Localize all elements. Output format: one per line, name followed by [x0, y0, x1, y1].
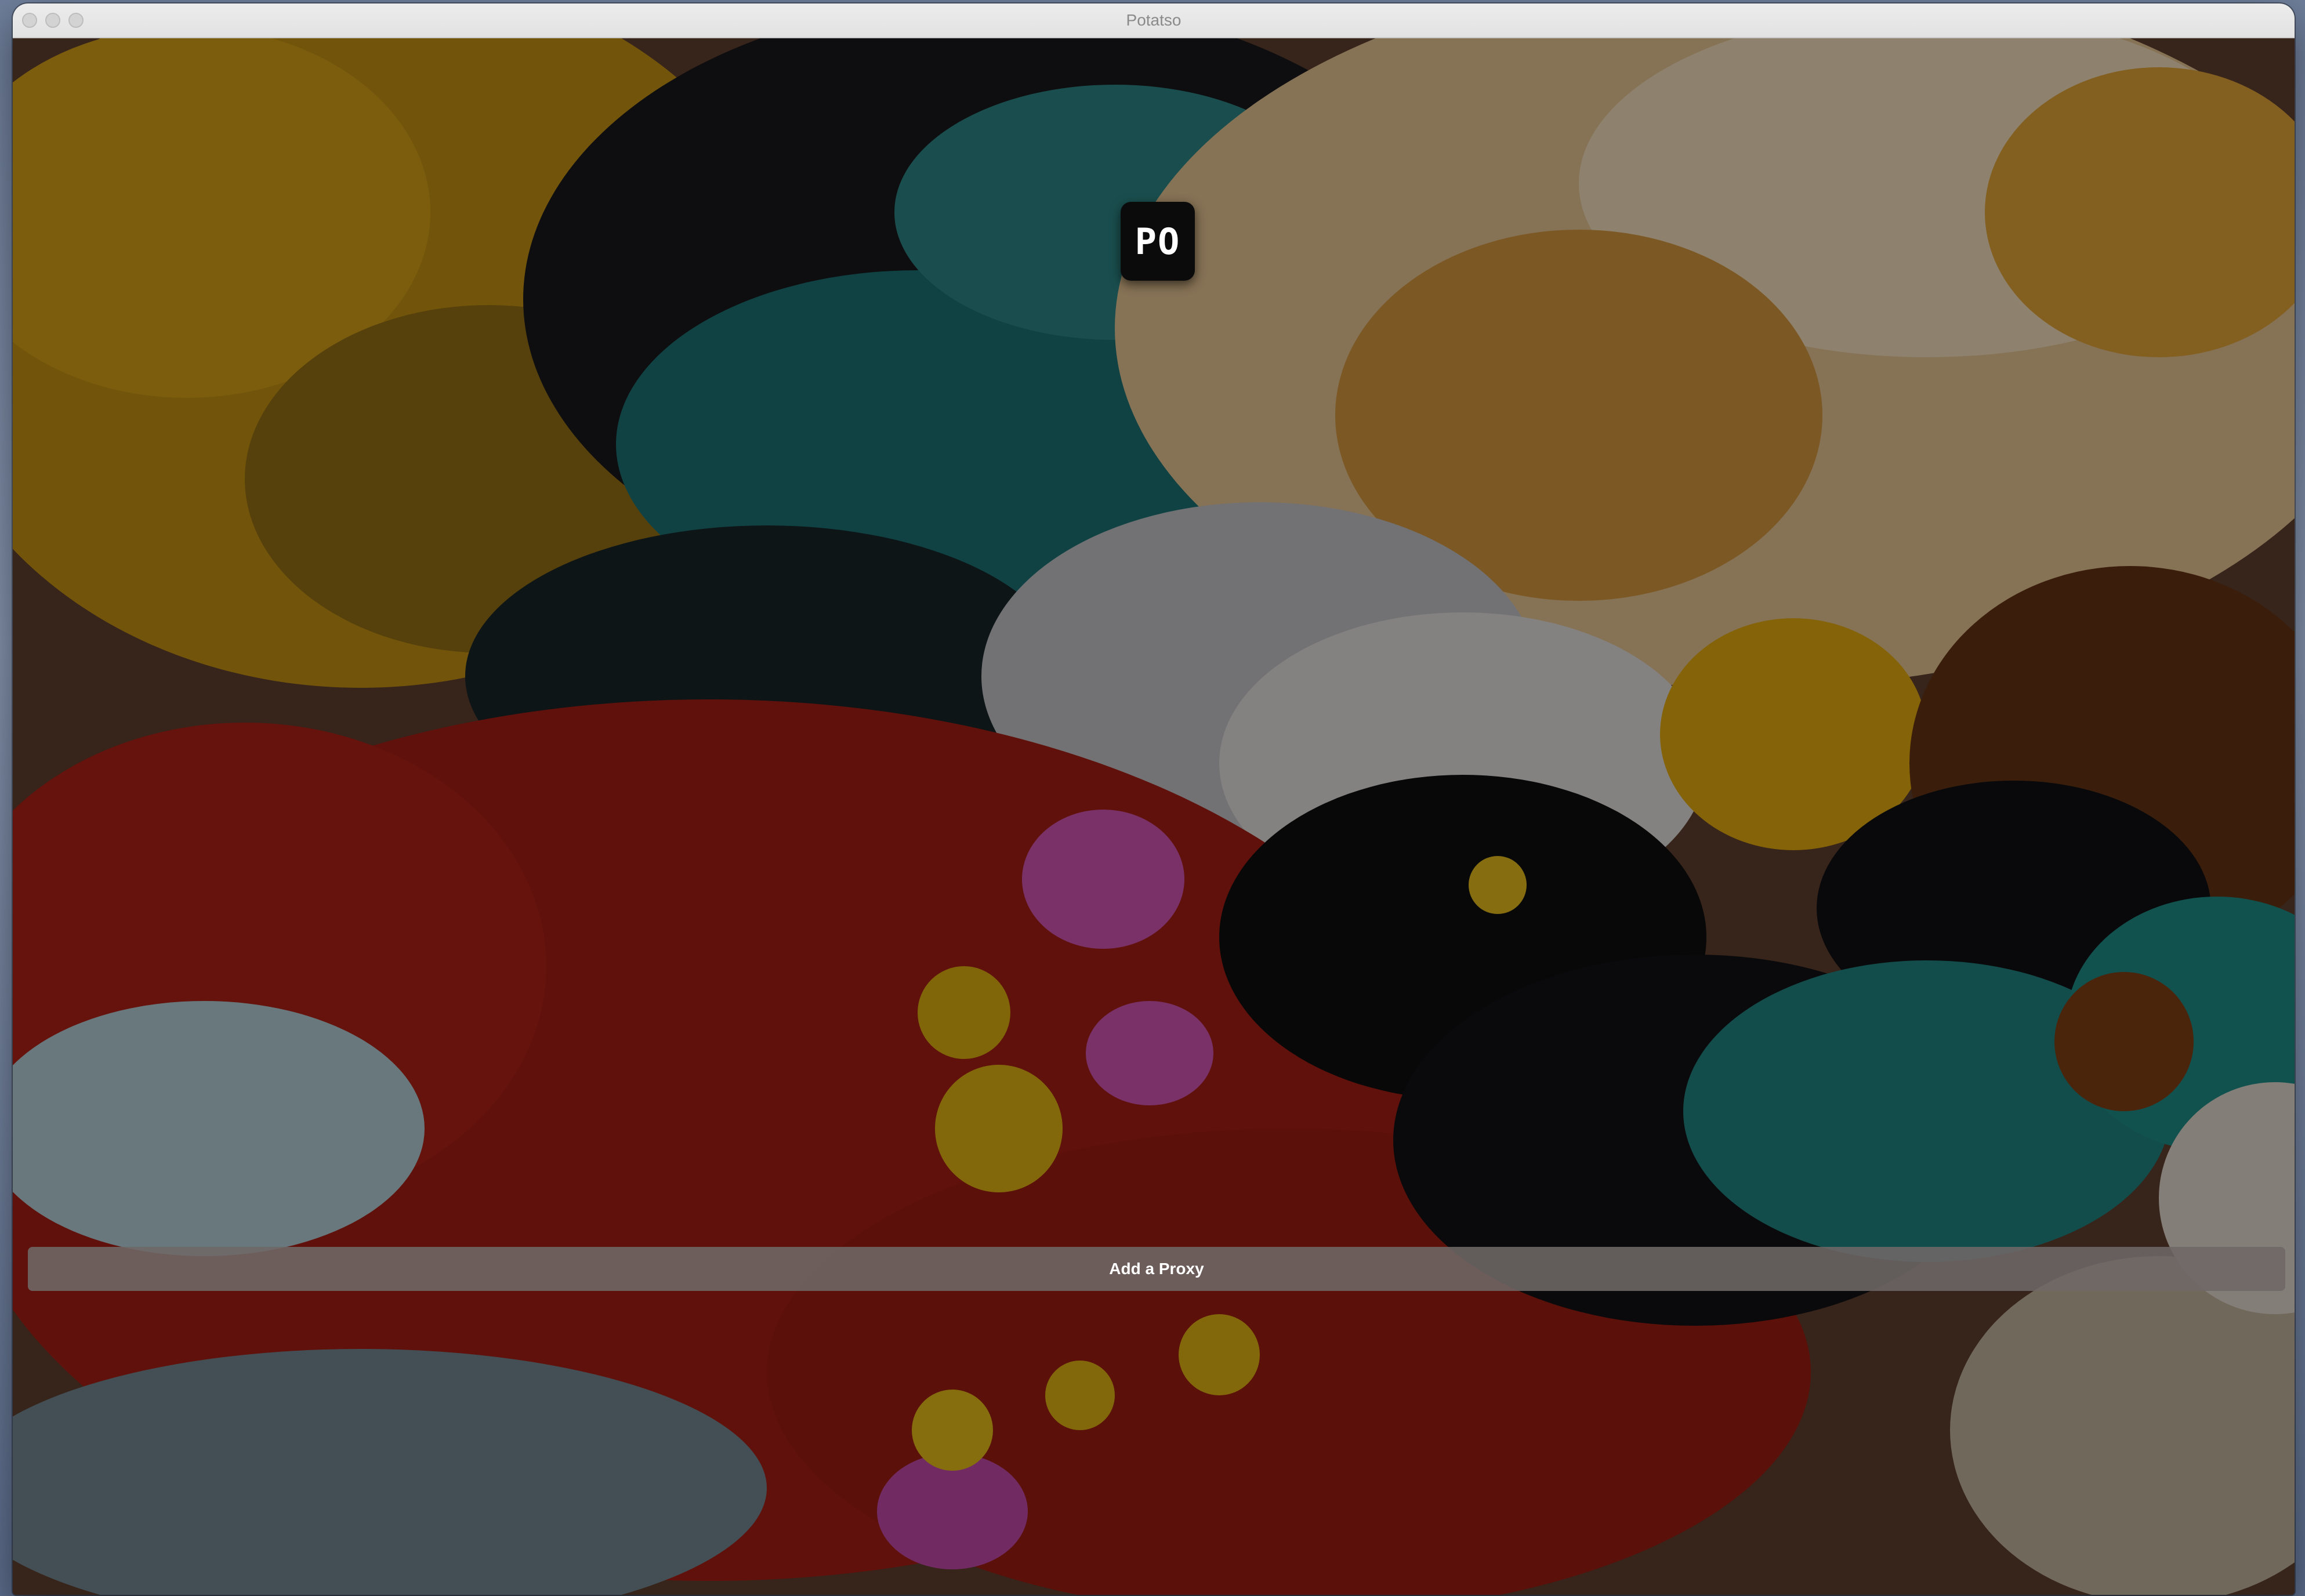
app-logo: PO — [1121, 202, 1195, 281]
add-proxy-button[interactable]: Add a Proxy — [28, 1247, 2285, 1291]
app-window: Potatso PO Add a Proxy — [13, 3, 2295, 1595]
window-title: Potatso — [1126, 11, 1182, 29]
title-bar[interactable]: Potatso — [13, 3, 2295, 38]
main-content: PO Add a Proxy — [13, 38, 2295, 1595]
